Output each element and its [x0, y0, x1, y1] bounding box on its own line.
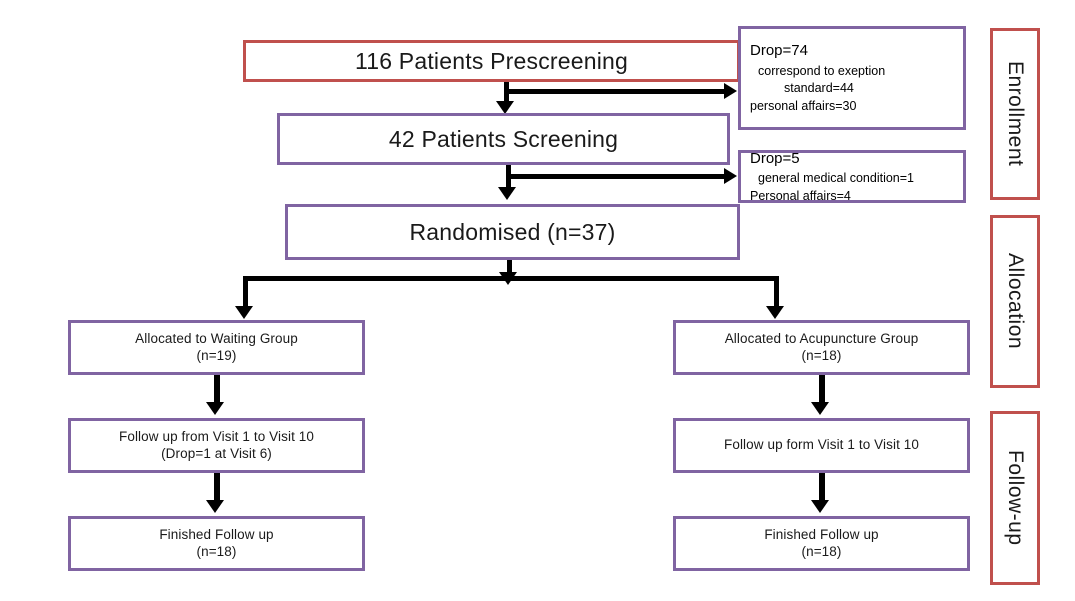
phase-label-enrollment-text: Enrollment [1004, 61, 1027, 167]
phase-label-enrollment: Enrollment [990, 28, 1040, 200]
phase-label-followup-text: Follow-up [1004, 450, 1027, 546]
node-allocated-waiting-group-label: Allocated to Waiting Group (n=19) [135, 330, 298, 363]
node-followup-right-label: Follow up form Visit 1 to Visit 10 [724, 437, 919, 453]
connector-allocation-split [243, 276, 779, 281]
note-drop-screening: Drop=5 general medical condition=1 Perso… [738, 150, 966, 203]
note-drop-enrollment-line3: personal affairs=30 [750, 99, 857, 114]
node-followup-right: Follow up form Visit 1 to Visit 10 [673, 418, 970, 473]
flow-diagram-canvas: 116 Patients Prescreening Drop=74 corres… [0, 0, 1075, 601]
node-followup-left-label: Follow up from Visit 1 to Visit 10 (Drop… [119, 428, 314, 461]
arrowhead-screening-to-drop [724, 168, 737, 184]
phase-label-allocation: Allocation [990, 215, 1040, 388]
note-drop-screening-head: Drop=5 [750, 149, 800, 167]
note-drop-screening-line1: general medical condition=1 [758, 171, 915, 185]
node-finished-right: Finished Follow up (n=18) [673, 516, 970, 571]
node-screening: 42 Patients Screening [277, 113, 730, 165]
node-prescreening-label: 116 Patients Prescreening [354, 47, 629, 74]
note-drop-enrollment-head: Drop=74 [750, 42, 808, 60]
node-finished-left-label: Finished Follow up (n=18) [159, 526, 274, 559]
arrowhead-right-alloc-to-followup [811, 402, 829, 415]
node-finished-left: Finished Follow up (n=18) [68, 516, 365, 571]
arrowhead-left-alloc-to-followup [206, 402, 224, 415]
arrowhead-allocation-right [766, 306, 784, 319]
connector-prescreening-to-drop [504, 89, 726, 94]
arrowhead-left-followup-to-finished [206, 500, 224, 513]
node-followup-left: Follow up from Visit 1 to Visit 10 (Drop… [68, 418, 365, 473]
phase-label-allocation-text: Allocation [1004, 253, 1027, 350]
phase-label-followup: Follow-up [990, 411, 1040, 585]
note-drop-enrollment-line1: correspond to exeption [758, 63, 886, 78]
connector-screening-to-drop [506, 174, 726, 179]
node-allocated-acupuncture-group-label: Allocated to Acupuncture Group (n=18) [724, 330, 919, 363]
arrowhead-prescreening-to-drop [724, 83, 737, 99]
node-randomised: Randomised (n=37) [285, 204, 740, 260]
node-screening-label: 42 Patients Screening [388, 125, 619, 152]
note-drop-enrollment: Drop=74 correspond to exeption standard=… [738, 26, 966, 130]
node-finished-right-label: Finished Follow up (n=18) [764, 526, 879, 559]
note-drop-enrollment-line2: standard=44 [784, 81, 854, 96]
note-drop-screening-line2: Personal affairs=4 [750, 188, 851, 203]
node-allocated-waiting-group: Allocated to Waiting Group (n=19) [68, 320, 365, 375]
node-prescreening: 116 Patients Prescreening [243, 40, 740, 82]
arrowhead-allocation-left [235, 306, 253, 319]
node-randomised-label: Randomised (n=37) [409, 218, 616, 245]
node-allocated-acupuncture-group: Allocated to Acupuncture Group (n=18) [673, 320, 970, 375]
arrowhead-screening-down [498, 187, 516, 200]
arrowhead-right-followup-to-finished [811, 500, 829, 513]
